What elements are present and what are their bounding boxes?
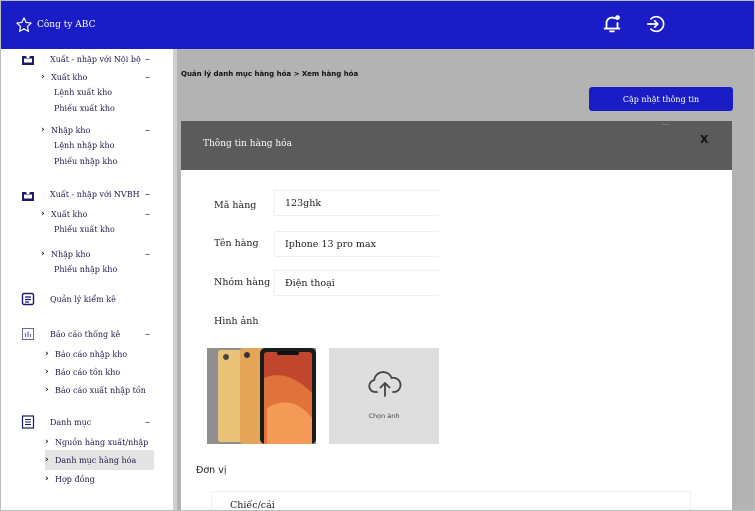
bar-chart-icon bbox=[22, 328, 34, 340]
modal-header: Thông tin hàng hóa ... X bbox=[181, 120, 732, 170]
nav-group-label: Quản lý kiểm kê bbox=[50, 295, 116, 304]
company-name: Công ty ABC bbox=[37, 20, 96, 30]
unit-field[interactable]: Chiếc/cái bbox=[211, 491, 691, 510]
nav-item-goods-catalog[interactable]: › Danh mục hàng hóa bbox=[45, 450, 154, 470]
nav-item-report-summary[interactable]: › Báo cáo xuất nhập tồn bbox=[45, 385, 146, 395]
name-label: Tên hàng bbox=[214, 238, 259, 249]
phone-image bbox=[207, 348, 316, 444]
upload-image-button[interactable]: Chọn ảnh bbox=[329, 348, 439, 444]
nav-sub-label: Nhập kho bbox=[51, 125, 91, 135]
chevron-right-icon: › bbox=[41, 209, 45, 219]
list-icon bbox=[21, 415, 35, 429]
chevron-right-icon: › bbox=[45, 349, 49, 359]
upload-label: Chọn ảnh bbox=[368, 412, 400, 420]
nav-item-label: Nguồn hàng xuất/nhập bbox=[55, 437, 149, 447]
collapse-icon[interactable]: – bbox=[145, 210, 150, 220]
nav-leaf-import-order[interactable]: Lệnh nhập kho bbox=[54, 141, 114, 150]
nav-sub-label: Xuất kho bbox=[51, 72, 88, 82]
app-window: Công ty ABC Xuất - nhập với Nội bộ – › X… bbox=[0, 0, 755, 511]
nav-sub-label: Nhập kho bbox=[51, 249, 91, 259]
nav-leaf-import-slip[interactable]: Phiếu nhập kho bbox=[54, 265, 117, 274]
chevron-right-icon: › bbox=[45, 474, 49, 484]
group-field[interactable] bbox=[274, 270, 439, 296]
breadcrumb[interactable]: Quản lý danh mục hàng hóa > Xem hàng hóa bbox=[181, 70, 358, 78]
nav-item-label: Hợp đồng bbox=[55, 474, 95, 484]
inbox-icon bbox=[22, 192, 34, 201]
name-field[interactable] bbox=[274, 231, 439, 257]
nav-sub-import[interactable]: › Nhập kho bbox=[41, 125, 90, 135]
group-label: Nhóm hàng bbox=[214, 277, 271, 288]
nav-item-source[interactable]: › Nguồn hàng xuất/nhập bbox=[45, 437, 148, 447]
nav-sub-import[interactable]: › Nhập kho bbox=[41, 249, 90, 259]
nav-sub-export[interactable]: › Xuất kho bbox=[41, 72, 87, 82]
collapse-icon[interactable]: – bbox=[145, 126, 150, 136]
nav-leaf-export-slip[interactable]: Phiếu xuất kho bbox=[54, 225, 115, 234]
nav-item-report-stock[interactable]: › Báo cáo tồn kho bbox=[45, 367, 120, 377]
collapse-icon[interactable]: – bbox=[145, 418, 150, 428]
update-info-button[interactable]: Cập nhật thông tin bbox=[589, 87, 733, 111]
chevron-right-icon: › bbox=[41, 249, 45, 259]
main-content: Quản lý danh mục hàng hóa > Xem hàng hóa… bbox=[177, 49, 754, 510]
collapse-icon[interactable]: – bbox=[145, 250, 150, 260]
nav-leaf-import-slip[interactable]: Phiếu nhập kho bbox=[54, 157, 117, 166]
nav-item-report-import[interactable]: › Báo cáo nhập kho bbox=[45, 349, 127, 359]
sidebar: Xuất - nhập với Nội bộ – › Xuất kho – Lệ… bbox=[1, 49, 173, 510]
nav-leaf-export-order[interactable]: Lệnh xuất kho bbox=[54, 88, 112, 97]
chevron-right-icon: › bbox=[41, 72, 45, 82]
nav-item-label: Báo cáo xuất nhập tồn bbox=[55, 385, 146, 395]
nav-group-label: Xuất - nhập với Nội bộ bbox=[50, 55, 141, 64]
chevron-right-icon: › bbox=[45, 385, 49, 395]
cloud-upload-icon bbox=[368, 371, 402, 397]
collapse-icon[interactable]: – bbox=[145, 190, 150, 200]
nav-item-label: Báo cáo nhập kho bbox=[55, 349, 128, 359]
star-icon bbox=[16, 17, 32, 32]
chevron-right-icon: › bbox=[45, 367, 49, 377]
unit-label: Đơn vị bbox=[196, 465, 227, 476]
goods-info-modal: Thông tin hàng hóa ... X Mã hàng Tên hàn… bbox=[181, 120, 732, 510]
top-header: Công ty ABC bbox=[1, 1, 754, 49]
collapse-icon[interactable]: – bbox=[145, 73, 150, 83]
nav-item-label: Báo cáo tồn kho bbox=[55, 367, 121, 377]
nav-leaf-export-slip[interactable]: Phiếu xuất kho bbox=[54, 104, 115, 113]
nav-item-contract[interactable]: › Hợp đồng bbox=[45, 474, 95, 484]
collapse-icon[interactable]: – bbox=[145, 55, 150, 65]
nav-group-label: Danh mục bbox=[50, 418, 92, 427]
code-label: Mã hàng bbox=[214, 200, 257, 211]
bell-notification-icon[interactable] bbox=[601, 13, 623, 35]
chevron-right-icon: › bbox=[45, 437, 49, 447]
nav-sub-export[interactable]: › Xuất kho bbox=[41, 209, 87, 219]
close-button[interactable]: X bbox=[700, 133, 708, 146]
image-label: Hình ảnh bbox=[214, 316, 259, 327]
nav-item-label: Danh mục hàng hóa bbox=[55, 455, 137, 465]
code-field[interactable] bbox=[274, 190, 439, 216]
product-image[interactable] bbox=[207, 348, 316, 444]
brand[interactable]: Công ty ABC bbox=[15, 16, 95, 34]
collapse-icon[interactable]: – bbox=[145, 330, 150, 340]
nav-group-label: Xuất - nhập với NVBH bbox=[50, 190, 140, 199]
chevron-right-icon: › bbox=[41, 125, 45, 135]
modal-title: Thông tin hàng hóa bbox=[203, 139, 292, 149]
clipboard-icon bbox=[21, 292, 35, 306]
more-icon[interactable]: ... bbox=[662, 120, 669, 127]
nav-group-label: Báo cáo thống kê bbox=[50, 330, 121, 339]
logout-icon[interactable] bbox=[645, 13, 667, 35]
nav-sub-label: Xuất kho bbox=[51, 209, 88, 219]
chevron-right-icon: › bbox=[45, 455, 49, 465]
inbox-icon bbox=[22, 56, 34, 65]
